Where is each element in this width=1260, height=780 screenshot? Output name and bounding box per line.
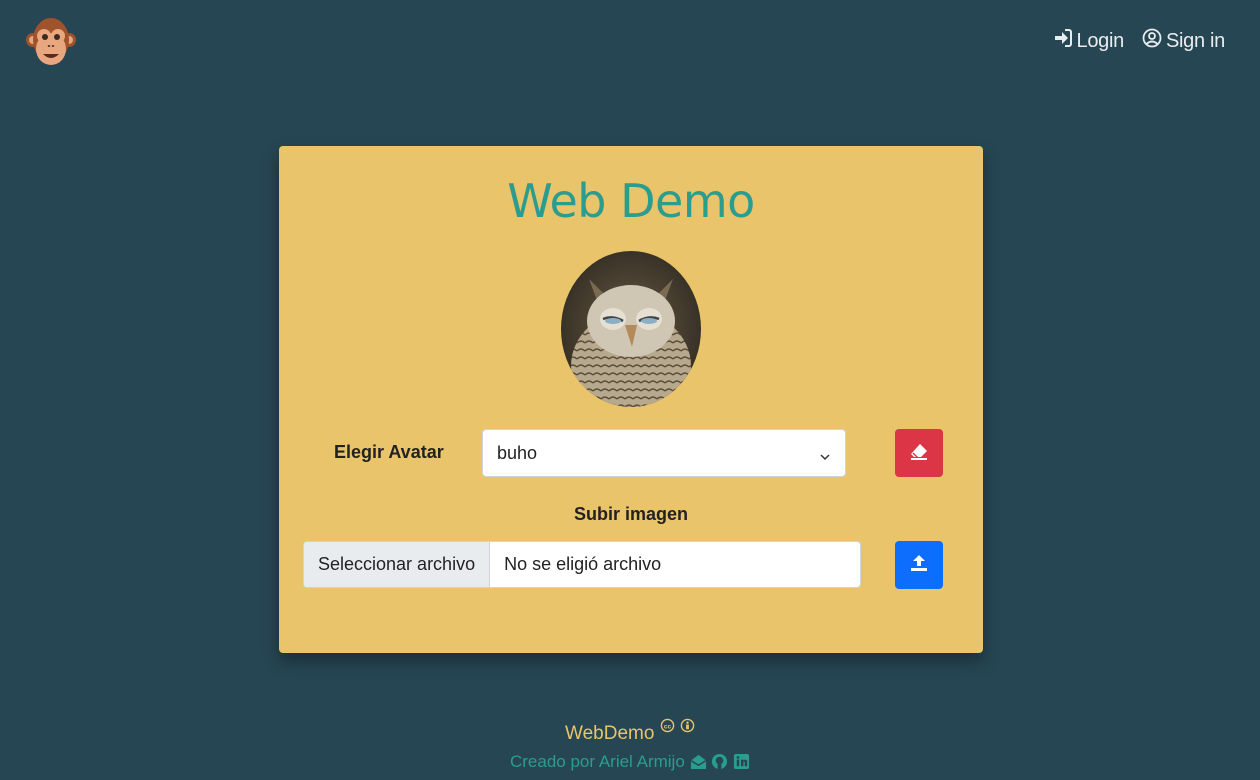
signin-link[interactable]: Sign in [1142,28,1225,54]
monkey-logo-icon[interactable] [26,14,76,70]
choose-avatar-label: Elegir Avatar [334,442,444,462]
upload-image-label: Subir imagen [573,504,689,524]
linkedin-icon[interactable] [733,752,750,771]
footer-credit: Creado por Ariel Armijo [0,752,1260,772]
eraser-icon [909,441,929,466]
avatar-select[interactable]: buho [482,429,846,477]
avatar-select-value: buho [497,442,538,463]
choose-file-button[interactable]: Seleccionar archivo [304,542,491,587]
login-label: Login [1076,29,1125,52]
file-input[interactable]: Seleccionar archivo No se eligió archivo [303,541,861,588]
chevron-down-icon [819,447,831,461]
login-link[interactable]: Login [1053,28,1124,54]
clear-avatar-button[interactable] [895,429,943,477]
page-title: Web Demo [507,174,755,228]
upload-icon [909,553,929,578]
avatar-card: Web Demo Elegir Avatar buho Subir imagen… [279,146,983,653]
upload-button[interactable] [895,541,943,589]
file-status: No se eligió archivo [504,554,662,574]
footer-brand-name: WebDemo [565,723,655,744]
login-icon [1053,28,1073,54]
github-icon[interactable] [711,752,733,771]
social-links [690,752,750,771]
footer-credit-text: Creado por Ariel Armijo [509,752,685,771]
signin-label: Sign in [1165,29,1225,52]
footer-brand: WebDemo cc [0,718,1260,745]
top-nav: Login Sign in [1053,28,1225,54]
avatar-image [561,251,701,407]
svg-text:cc: cc [664,723,672,730]
user-circle-icon [1142,28,1162,54]
email-icon[interactable] [690,752,712,771]
attribution-icon [680,718,695,744]
creative-commons-icon: cc [660,718,680,744]
